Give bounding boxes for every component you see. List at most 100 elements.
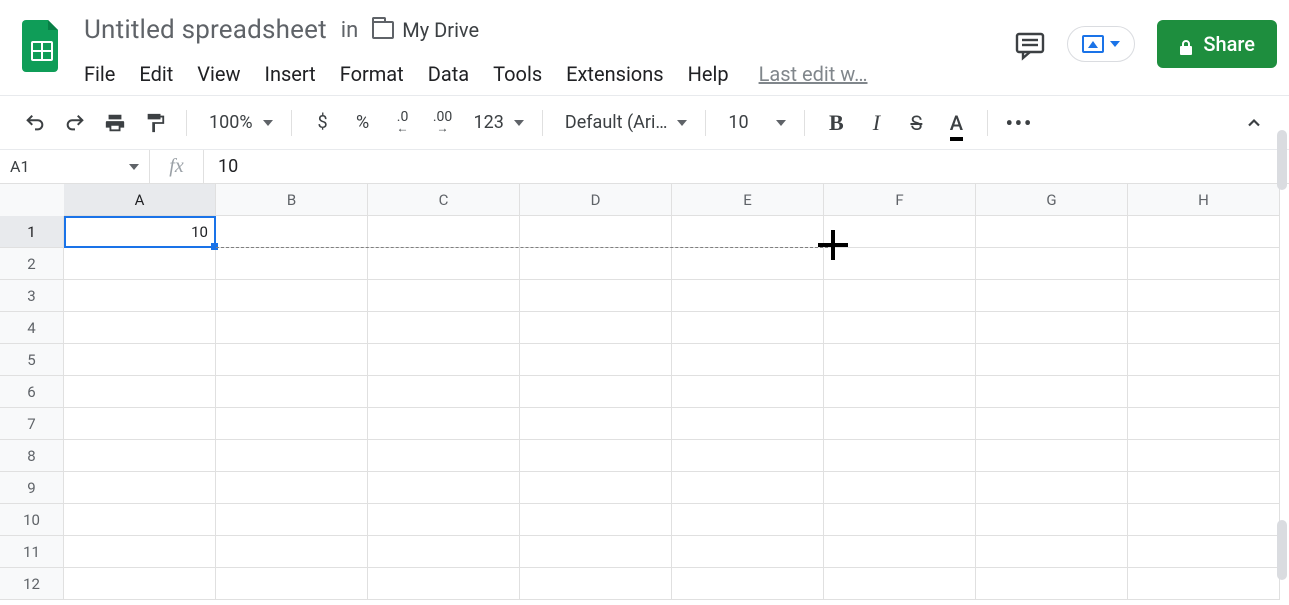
cell[interactable]: [1128, 568, 1280, 600]
cell[interactable]: [1128, 248, 1280, 280]
cell-A1[interactable]: 10: [64, 216, 216, 248]
row-header-2[interactable]: 2: [0, 248, 64, 280]
cell[interactable]: [672, 248, 824, 280]
col-header-H[interactable]: H: [1128, 184, 1280, 216]
col-header-F[interactable]: F: [824, 184, 976, 216]
decrease-decimal-button[interactable]: .0←: [386, 106, 420, 140]
cell[interactable]: [64, 344, 216, 376]
cell[interactable]: [64, 376, 216, 408]
cell[interactable]: [64, 568, 216, 600]
cell[interactable]: [216, 568, 368, 600]
italic-button[interactable]: I: [859, 106, 893, 140]
col-header-A[interactable]: A: [64, 184, 216, 216]
cell-G1[interactable]: [976, 216, 1128, 248]
cell[interactable]: [824, 248, 976, 280]
cell[interactable]: [672, 408, 824, 440]
paint-format-button[interactable]: [138, 106, 172, 140]
cell[interactable]: [216, 376, 368, 408]
bold-button[interactable]: B: [819, 106, 853, 140]
cell[interactable]: [216, 312, 368, 344]
row-header-12[interactable]: 12: [0, 568, 64, 600]
cell[interactable]: [1128, 440, 1280, 472]
cell-F1[interactable]: [824, 216, 976, 248]
col-header-C[interactable]: C: [368, 184, 520, 216]
cell[interactable]: [64, 248, 216, 280]
col-header-E[interactable]: E: [672, 184, 824, 216]
toolbar-more-button[interactable]: •••: [1002, 106, 1036, 140]
formula-bar[interactable]: 10: [204, 150, 1289, 183]
cell[interactable]: [976, 376, 1128, 408]
cell[interactable]: [520, 568, 672, 600]
format-percent-button[interactable]: %: [346, 106, 380, 140]
cell[interactable]: [520, 408, 672, 440]
zoom-dropdown[interactable]: 100%: [201, 112, 277, 133]
folder-location[interactable]: My Drive: [372, 18, 479, 42]
cell[interactable]: [520, 312, 672, 344]
cell[interactable]: [976, 536, 1128, 568]
cell[interactable]: [1128, 376, 1280, 408]
cell[interactable]: [672, 504, 824, 536]
cell[interactable]: [1128, 280, 1280, 312]
comments-icon[interactable]: [1015, 31, 1045, 57]
menu-format[interactable]: Format: [340, 62, 404, 86]
cell[interactable]: [216, 504, 368, 536]
increase-decimal-button[interactable]: .00→: [426, 106, 460, 140]
cell[interactable]: [520, 504, 672, 536]
cell[interactable]: [64, 504, 216, 536]
cell[interactable]: [976, 312, 1128, 344]
cell[interactable]: [520, 376, 672, 408]
cell[interactable]: [824, 376, 976, 408]
cell[interactable]: [368, 568, 520, 600]
cell-H1[interactable]: [1128, 216, 1280, 248]
cell[interactable]: [368, 536, 520, 568]
col-header-G[interactable]: G: [976, 184, 1128, 216]
cell[interactable]: [976, 440, 1128, 472]
cell[interactable]: [824, 504, 976, 536]
row-header-5[interactable]: 5: [0, 344, 64, 376]
menu-file[interactable]: File: [84, 62, 115, 86]
cell-E1[interactable]: [672, 216, 824, 248]
menu-insert[interactable]: Insert: [265, 62, 316, 86]
row-header-11[interactable]: 11: [0, 536, 64, 568]
vertical-scrollbar[interactable]: [1277, 130, 1287, 190]
cell[interactable]: [824, 536, 976, 568]
cell[interactable]: [824, 440, 976, 472]
cell[interactable]: [1128, 312, 1280, 344]
cell[interactable]: [64, 280, 216, 312]
menu-view[interactable]: View: [197, 62, 240, 86]
cell[interactable]: [1128, 408, 1280, 440]
cell-C1[interactable]: [368, 216, 520, 248]
cell[interactable]: [672, 472, 824, 504]
redo-button[interactable]: [58, 106, 92, 140]
cell[interactable]: [672, 536, 824, 568]
cell[interactable]: [976, 248, 1128, 280]
cell[interactable]: [1128, 504, 1280, 536]
cell[interactable]: [520, 344, 672, 376]
cell[interactable]: [520, 536, 672, 568]
menu-extensions[interactable]: Extensions: [566, 62, 663, 86]
cell[interactable]: [216, 248, 368, 280]
cell[interactable]: [520, 472, 672, 504]
cell[interactable]: [216, 344, 368, 376]
cell[interactable]: [64, 440, 216, 472]
cell[interactable]: [672, 312, 824, 344]
cell[interactable]: [824, 344, 976, 376]
cell[interactable]: [672, 344, 824, 376]
cell[interactable]: [976, 568, 1128, 600]
cell[interactable]: [520, 248, 672, 280]
doc-title[interactable]: Untitled spreadsheet: [84, 15, 327, 45]
menu-data[interactable]: Data: [428, 62, 469, 86]
row-header-6[interactable]: 6: [0, 376, 64, 408]
menu-help[interactable]: Help: [688, 62, 729, 86]
cell[interactable]: [64, 536, 216, 568]
cell[interactable]: [824, 280, 976, 312]
cell[interactable]: [216, 472, 368, 504]
row-header-7[interactable]: 7: [0, 408, 64, 440]
cell[interactable]: [1128, 472, 1280, 504]
row-header-9[interactable]: 9: [0, 472, 64, 504]
cell[interactable]: [672, 280, 824, 312]
last-edit-link[interactable]: Last edit w…: [759, 62, 868, 86]
strikethrough-button[interactable]: S: [899, 106, 933, 140]
name-box[interactable]: A1: [0, 150, 150, 183]
col-header-D[interactable]: D: [520, 184, 672, 216]
